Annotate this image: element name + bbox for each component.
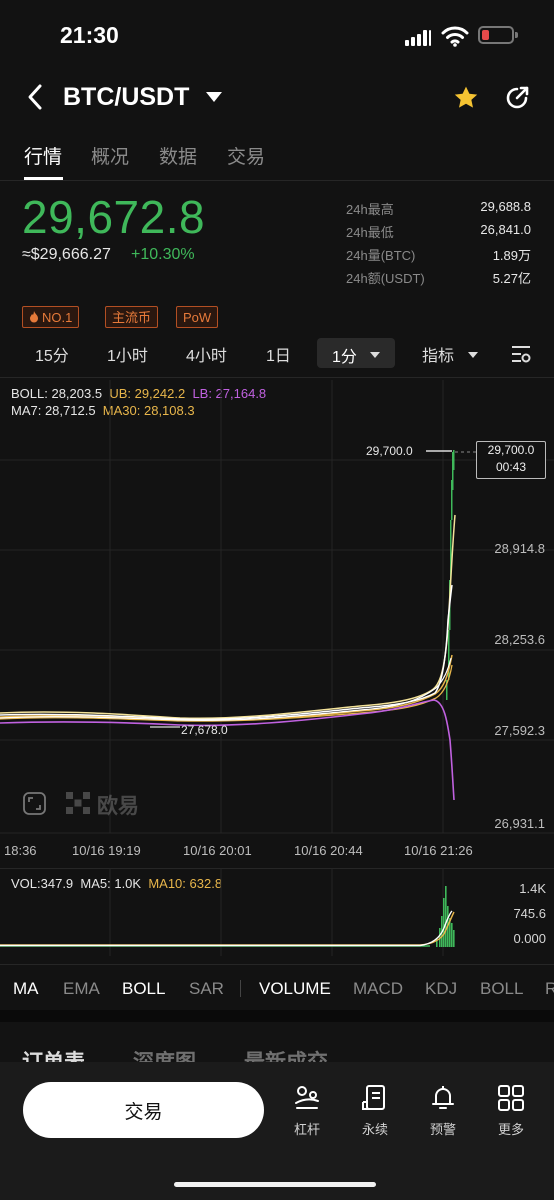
nav-more[interactable]: 更多 — [481, 1084, 541, 1138]
stat-label-24h-high: 24h最高 — [346, 202, 394, 217]
last-price-box[interactable]: 29,700.0 00:43 — [476, 441, 546, 479]
fullscreen-icon[interactable] — [23, 792, 46, 815]
star-icon[interactable] — [452, 84, 480, 112]
indicator-tab-boll[interactable]: BOLL — [122, 979, 165, 999]
tab-data[interactable]: 数据 — [159, 142, 197, 169]
high-price-marker: 29,700.0 — [366, 444, 413, 458]
indicator-caret-icon — [468, 352, 478, 358]
interval-caret-icon — [370, 352, 380, 358]
nav-alerts[interactable]: 预警 — [413, 1084, 473, 1138]
nav-more-label: 更多 — [497, 1122, 524, 1137]
time-axis-label: 10/16 20:01 — [183, 843, 252, 858]
indicator-tab-sar[interactable]: SAR — [189, 979, 224, 999]
okx-logo-icon — [66, 792, 90, 814]
chevron-left-icon[interactable] — [24, 82, 48, 112]
volume-axis-label: 745.6 — [513, 906, 546, 921]
price-axis-label: 26,931.1 — [494, 816, 545, 831]
tag-pow[interactable]: PoW — [176, 306, 219, 328]
bell-icon — [432, 1086, 454, 1109]
indicator-separator — [240, 980, 241, 997]
volume-bar — [443, 898, 445, 947]
last-price-box-price: 29,700.0 — [487, 443, 535, 457]
indicator-tab-rsi[interactable]: R — [545, 979, 554, 999]
volume-bar — [445, 886, 447, 947]
indicator-tab-volume[interactable]: VOLUME — [259, 979, 331, 999]
volume-bar — [453, 930, 455, 947]
nav-perpetual[interactable]: 永续 — [345, 1084, 405, 1138]
volume-chart[interactable] — [0, 868, 554, 956]
vol-ma5-line — [0, 910, 453, 947]
status-time: 21:30 — [60, 22, 119, 48]
share-icon[interactable] — [503, 84, 531, 112]
trade-button[interactable]: 交易 — [23, 1082, 264, 1138]
interval-1h[interactable]: 1小时 — [107, 342, 148, 366]
tag-mainstream[interactable]: 主流币 — [105, 306, 159, 328]
volume-axis-label: 0.000 — [513, 931, 546, 946]
nav-alerts-label: 预警 — [429, 1122, 456, 1137]
stat-value-24h-volume: 1.89万 — [492, 248, 531, 263]
stat-value-24h-turnover: 5.27亿 — [492, 271, 531, 286]
watermark-text: 欧易 — [97, 795, 139, 818]
home-indicator — [174, 1182, 376, 1187]
pair-title[interactable]: BTC/USDT — [63, 83, 189, 112]
price-axis-label: 28,253.6 — [494, 632, 545, 647]
divider — [0, 377, 554, 378]
price-change-percent: +10.30% — [131, 246, 195, 263]
indicator-tab-kdj[interactable]: KDJ — [425, 979, 457, 999]
indicator-tab-ema[interactable]: EMA — [63, 979, 100, 999]
time-axis-label: 10/16 21:26 — [404, 843, 473, 858]
ma7-line — [0, 584, 453, 721]
battery-icon — [478, 26, 518, 44]
last-price: 29,672.8 — [22, 191, 206, 243]
nav-leverage[interactable]: 杠杆 — [277, 1084, 337, 1138]
tab-market[interactable]: 行情 — [24, 142, 62, 169]
price-axis-label: 27,592.3 — [494, 723, 545, 738]
time-axis-label: 18:36 — [4, 843, 37, 858]
interval-15m[interactable]: 15分 — [35, 342, 69, 366]
nav-perpetual-label: 永续 — [361, 1122, 388, 1137]
interval-selected-label: 1分 — [332, 349, 357, 366]
time-axis-label: 10/16 19:19 — [72, 843, 141, 858]
time-axis-label: 10/16 20:44 — [294, 843, 363, 858]
price-axis-label: 28,914.8 — [494, 541, 545, 556]
top-tab-bar: 行情 概况 数据 交易 — [0, 142, 554, 180]
section-gap — [0, 1010, 554, 1022]
indicator-menu[interactable]: 指标 — [422, 342, 454, 366]
volume-axis-label: 1.4K — [519, 881, 546, 896]
volume-bar — [451, 923, 453, 947]
pair-dropdown-caret-icon[interactable] — [206, 92, 222, 102]
tag-rank[interactable]: NO.1 — [22, 306, 80, 328]
vol-ma10-line — [0, 911, 455, 946]
perpetual-icon — [362, 1085, 385, 1110]
candle — [453, 450, 455, 470]
watermark-logo: 欧易 — [66, 792, 139, 819]
indicator-tab-boll-sub[interactable]: BOLL — [480, 979, 523, 999]
boll-ub-line — [0, 514, 456, 720]
indicator-tab-macd[interactable]: MACD — [353, 979, 403, 999]
divider — [0, 964, 554, 965]
last-price-box-countdown: 00:43 — [495, 460, 527, 474]
chart-grid — [0, 380, 554, 834]
cellular-signal-icon — [405, 30, 431, 46]
stat-label-24h-low: 24h最低 — [346, 225, 394, 240]
tag-rank-label: NO.1 — [42, 310, 73, 325]
indicator-tab-ma[interactable]: MA — [13, 979, 39, 999]
grid-icon — [498, 1085, 524, 1111]
fire-icon — [30, 311, 38, 323]
interval-4h[interactable]: 4小时 — [186, 342, 227, 366]
divider — [0, 180, 554, 181]
stat-label-24h-volume: 24h量(BTC) — [346, 248, 416, 263]
tab-trade[interactable]: 交易 — [227, 142, 265, 169]
nav-leverage-label: 杠杆 — [293, 1122, 320, 1137]
chart-settings-icon[interactable] — [510, 344, 532, 364]
interval-1d[interactable]: 1日 — [266, 342, 291, 366]
low-price-marker: 27,678.0 — [181, 723, 228, 737]
stat-value-24h-low: 26,841.0 — [480, 222, 531, 237]
usd-equivalent-price: ≈$29,666.27 — [22, 246, 111, 263]
leverage-icon — [295, 1086, 319, 1109]
price-chart[interactable] — [0, 380, 554, 835]
tab-overview[interactable]: 概况 — [91, 142, 129, 169]
stat-value-24h-high: 29,688.8 — [480, 199, 531, 214]
wifi-icon — [441, 26, 469, 47]
